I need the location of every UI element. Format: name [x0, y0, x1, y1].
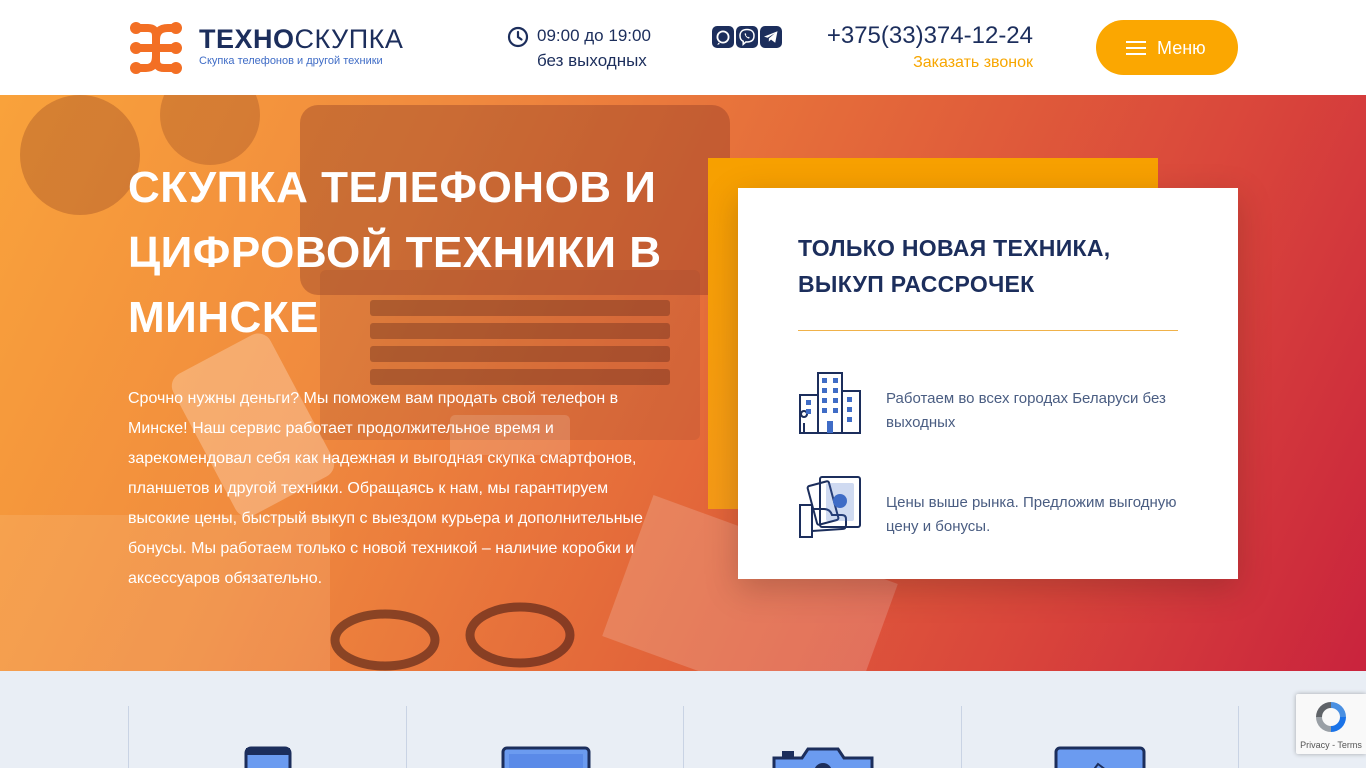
categories-section — [0, 671, 1366, 768]
monitor-icon — [1054, 746, 1146, 768]
card-divider — [798, 330, 1178, 331]
working-hours: 09:00 до 19:00 без выходных — [507, 25, 677, 75]
feature-item: Работаем во всех городах Беларуси без вы… — [798, 371, 1178, 437]
hours-days: без выходных — [537, 51, 647, 70]
laptop-icon — [501, 746, 590, 768]
city-buildings-icon — [799, 372, 861, 434]
feature-item: Цены выше рынка. Предложим выгодную цену… — [798, 475, 1178, 541]
logo-mark-icon — [130, 22, 182, 74]
feature-text: Цены выше рынка. Предложим выгодную цену… — [886, 494, 1177, 535]
hamburger-icon — [1126, 41, 1146, 55]
contact-phone-block: +375(33)374-12-24 Заказать звонок — [800, 22, 1033, 72]
features-card: ТОЛЬКО НОВАЯ ТЕХНИКА, ВЫКУП РАССРОЧЕК Ра… — [738, 188, 1238, 579]
money-in-hand-icon — [799, 476, 861, 538]
site-header: ТЕХНОСКУПКА Скупка телефонов и другой те… — [0, 0, 1366, 95]
clock-icon — [507, 26, 529, 48]
recaptcha-links[interactable]: Privacy - Terms — [1296, 740, 1366, 750]
whatsapp-icon[interactable] — [712, 26, 734, 48]
menu-label: Меню — [1157, 38, 1206, 58]
camera-icon — [772, 747, 873, 768]
recaptcha-icon — [1316, 702, 1346, 732]
hero-title: СКУПКА ТЕЛЕФОНОВ И ЦИФРОВОЙ ТЕХНИКИ В МИ… — [128, 163, 662, 342]
recaptcha-badge[interactable]: Privacy - Terms — [1296, 694, 1366, 754]
category-tile[interactable] — [406, 706, 684, 768]
feature-text: Работаем во всех городах Беларуси без вы… — [886, 390, 1166, 431]
viber-icon[interactable] — [736, 26, 758, 48]
telegram-icon[interactable] — [760, 26, 782, 48]
phone-icon — [244, 746, 291, 768]
hours-time: 09:00 до 19:00 — [537, 26, 651, 45]
logo[interactable]: ТЕХНОСКУПКА Скупка телефонов и другой те… — [128, 20, 403, 76]
category-tile[interactable] — [683, 706, 961, 768]
category-tile[interactable] — [961, 706, 1239, 768]
logo-title: ТЕХНОСКУПКА — [199, 24, 404, 54]
hero-description: Срочно нужны деньги? Мы поможем вам прод… — [128, 390, 643, 587]
category-tile[interactable] — [128, 706, 406, 768]
card-title: ТОЛЬКО НОВАЯ ТЕХНИКА, ВЫКУП РАССРОЧЕК — [798, 235, 1111, 297]
phone-number[interactable]: +375(33)374-12-24 — [800, 22, 1033, 50]
menu-button[interactable]: Меню — [1096, 20, 1238, 75]
hero-section: СКУПКА ТЕЛЕФОНОВ И ЦИФРОВОЙ ТЕХНИКИ В МИ… — [0, 95, 1366, 671]
order-callback-link[interactable]: Заказать звонок — [800, 54, 1033, 72]
logo-subtitle: Скупка телефонов и другой техники — [199, 55, 383, 67]
